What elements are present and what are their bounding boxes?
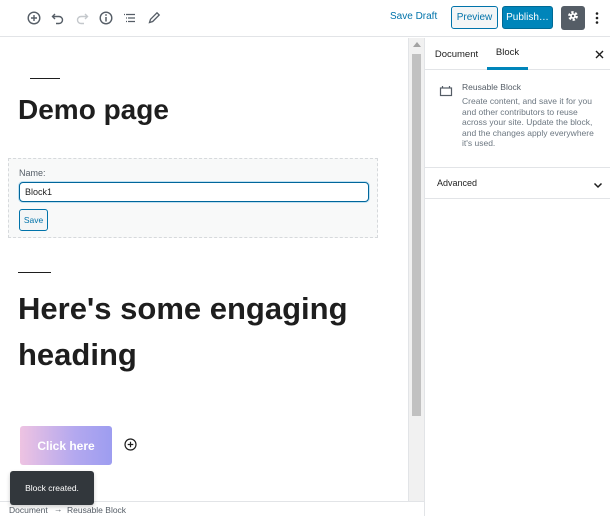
info-icon[interactable]	[97, 9, 115, 27]
top-toolbar: Save Draft Preview Publish…	[0, 0, 610, 37]
sidebar-tabs: Document Block	[425, 38, 610, 70]
add-block-icon[interactable]	[25, 9, 43, 27]
block-name-input[interactable]: Block1	[19, 182, 369, 202]
snackbar-notice[interactable]: Block created.	[10, 471, 94, 505]
tab-block[interactable]: Block	[487, 38, 528, 70]
heading-block[interactable]: Here's some engaging heading	[18, 286, 398, 378]
list-view-icon[interactable]	[121, 9, 139, 27]
editor-app: Save Draft Preview Publish… Demo page Na…	[0, 0, 610, 516]
redo-icon[interactable]	[73, 9, 91, 27]
reusable-block-icon	[439, 84, 453, 98]
block-card: Reusable Block Create content, and save …	[425, 71, 610, 168]
block-card-description: Create content, and save it for you and …	[462, 96, 594, 148]
editor-scrollbar[interactable]	[408, 38, 424, 501]
gear-icon	[566, 9, 580, 28]
save-button[interactable]: Save	[19, 209, 48, 231]
block-card-title: Reusable Block	[462, 82, 522, 92]
scroll-up-arrow-icon[interactable]	[413, 42, 421, 47]
publish-button[interactable]: Publish…	[502, 6, 553, 29]
settings-button[interactable]	[561, 6, 585, 30]
tab-document[interactable]: Document	[431, 38, 482, 70]
chevron-down-icon	[592, 178, 604, 190]
advanced-label: Advanced	[437, 178, 478, 188]
more-vertical-icon[interactable]	[590, 9, 604, 27]
settings-sidebar: Document Block Reusable Block Create con…	[424, 38, 610, 516]
separator-block[interactable]	[30, 78, 60, 79]
breadcrumb-reusable-block[interactable]: Reusable Block	[67, 505, 126, 515]
scrollbar-thumb[interactable]	[412, 54, 421, 416]
name-label: Name:	[19, 168, 46, 178]
breadcrumb-document[interactable]: Document	[9, 505, 48, 515]
close-icon[interactable]	[593, 48, 605, 60]
inserter-plus-icon[interactable]	[123, 437, 137, 451]
page-title[interactable]: Demo page	[18, 94, 169, 126]
click-here-button[interactable]: Click here	[20, 426, 112, 465]
save-draft-button[interactable]: Save Draft	[390, 11, 437, 22]
preview-button[interactable]: Preview	[451, 6, 498, 29]
breadcrumb-arrow: →	[54, 504, 63, 514]
separator-block[interactable]	[18, 272, 51, 273]
undo-icon[interactable]	[49, 9, 67, 27]
edit-icon[interactable]	[145, 9, 163, 27]
editor-canvas: Demo page Name: Block1 Save Here's some …	[0, 38, 408, 501]
advanced-panel-toggle[interactable]: Advanced	[425, 168, 610, 199]
reusable-block-form: Name: Block1 Save	[8, 158, 378, 238]
